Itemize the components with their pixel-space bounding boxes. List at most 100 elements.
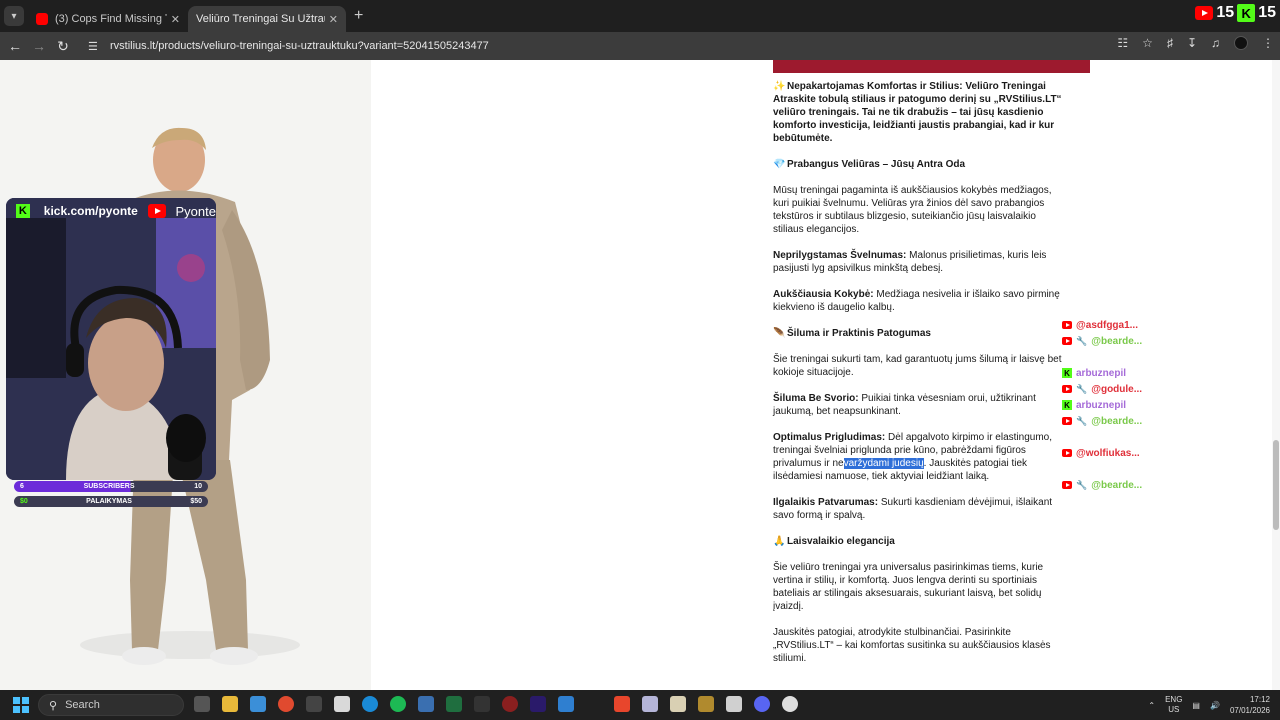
reload-icon[interactable]: ↻ [51,38,75,55]
premiere-icon[interactable] [530,696,546,712]
chat-username[interactable]: @bearde... [1091,416,1142,427]
translate-icon[interactable]: ☷ [1117,36,1128,50]
feature-paragraph: Šiluma Be Svorio: Puikiai tinka vėsesnia… [773,392,1065,418]
feather-icon: 🪶 [773,328,786,339]
chat-username[interactable]: arbuznepil [1076,400,1126,411]
webcam-feed [6,198,216,480]
chat-username[interactable]: @godule... [1091,384,1142,395]
task-view-icon[interactable] [194,696,210,712]
file-explorer-icon[interactable] [222,696,238,712]
chat-username[interactable]: @bearde... [1091,480,1142,491]
taskbar-search[interactable]: ⚲ Search [38,694,184,716]
volume-icon[interactable]: 🔊 [1210,701,1220,710]
windows-taskbar: ⚲ Search ⌃ ENG US ▤ 🔊 17:12 07/01/2026 [0,690,1280,720]
youtube-icon [1062,481,1072,489]
address-bar[interactable]: ☰ rvstilius.lt/products/veliuro-treninga… [80,34,1140,58]
feature-label: Aukščiausia Kokybė: [773,289,874,300]
app-icon[interactable] [642,696,658,712]
extensions-icon[interactable]: ♯ [1167,36,1173,50]
section-heading: 🙏 Laisvalaikio elegancija [773,535,1065,548]
spotify-icon[interactable] [390,696,406,712]
system-tray: ⌃ ENG US ▤ 🔊 17:12 07/01/2026 [1148,694,1270,716]
discord-icon[interactable] [754,696,770,712]
feature-paragraph: Neprilygstamas Švelnumas: Malonus prisil… [773,249,1065,275]
feature-label: Šiluma Be Svorio: [773,393,859,404]
tab-product-page[interactable]: Veliūro Treningai Su Užtrauktuku ✕ [188,6,346,32]
back-arrow-icon[interactable]: ← [3,38,27,54]
section-body: Šie treningai sukurti tam, kad garantuot… [773,354,1062,378]
tab-youtube[interactable]: (3) Cops Find Missing Teen's Bo ✕ [28,6,188,32]
section-body: Mūsų treningai pagaminta iš aukščiausios… [773,185,1052,235]
chat-message: 🔧 @bearde... [1062,414,1142,428]
app-icon[interactable] [502,696,518,712]
bookmark-star-icon[interactable]: ☆ [1142,36,1153,50]
app-icon[interactable] [334,696,350,712]
chat-username[interactable]: @wolfiukas... [1076,448,1140,459]
url-text[interactable]: rvstilius.lt/products/veliuro-treningai-… [110,40,489,52]
app-icon[interactable] [670,696,686,712]
intro-body: Atraskite tobulą stiliaus ir patogumo de… [773,94,1062,144]
chat-username[interactable]: @asdfgga1... [1076,320,1138,331]
close-icon[interactable]: ✕ [329,13,338,26]
feature-label: Optimalus Prigludimas: [773,432,886,443]
moderator-wrench-icon: 🔧 [1076,479,1088,490]
chrome-icon[interactable] [278,696,294,712]
chat-overlay: @asdfgga1... 🔧 @bearde... Karbuznepil 🔧 @godu… [1062,282,1276,502]
youtube-logo-icon [147,204,166,218]
youtube-icon [1195,6,1214,20]
media-control-icon[interactable]: ♫ [1211,36,1220,50]
youtube-count: 15 [1216,4,1235,21]
brave-icon[interactable] [614,696,630,712]
chat-username[interactable]: arbuznepil [1076,368,1126,379]
profile-avatar[interactable] [1234,36,1248,50]
intro-heading: Nepakartojamas Komfortas ir Stilius: Vel… [787,81,1046,92]
download-icon[interactable]: ↧ [1187,36,1197,50]
app-icon[interactable] [558,696,574,712]
section-heading-text: Laisvalaikio elegancija [787,536,895,547]
section-heading: 🪶 Šiluma ir Praktinis Patogumas [773,327,1065,340]
tab-search-menu-icon[interactable]: ▾ [4,6,24,26]
kick-handle: kick.com/pyonte [43,204,138,218]
chat-message: Karbuznepil [1062,366,1126,380]
section-heading-text: Šiluma ir Praktinis Patogumas [787,328,931,339]
chat-message: 🔧 @bearde... [1062,478,1142,492]
language-indicator[interactable]: ENG US [1165,695,1182,715]
feature-label: Ilgalaikis Patvarumas: [773,497,879,508]
edge-icon[interactable] [362,696,378,712]
app-icon[interactable] [446,696,462,712]
feature-paragraph: Aukščiausia Kokybė: Medžiaga nesivelia i… [773,288,1065,314]
spacer [586,696,602,712]
app-icon[interactable] [306,696,322,712]
intro-paragraph: ✨ Nepakartojamas Komfortas ir Stilius: Ve… [773,80,1065,145]
kick-icon: K [1237,4,1256,22]
closing-paragraph: Jauskitės patogiai, atrodykite stulbinan… [773,627,1051,664]
store-icon[interactable] [250,696,266,712]
forward-arrow-icon[interactable]: → [27,38,51,54]
product-banner [773,60,1090,73]
chat-username[interactable]: @bearde... [1091,336,1142,347]
new-tab-button[interactable]: + [354,7,363,25]
subscribers-goal-bar: 6 SUBSCRIBERS 10 [14,481,208,492]
selected-text[interactable]: varžydami judesių [843,458,924,469]
sparkle-icon: ✨ [773,81,786,92]
app-icon[interactable] [418,696,434,712]
kick-logo-icon: K [16,204,30,218]
tab-title: (3) Cops Find Missing Teen's Bo [55,13,167,25]
app-icon[interactable] [698,696,714,712]
chat-message: @asdfgga1... [1062,318,1138,332]
goal-label: PALAIKYMAS [86,498,132,505]
webcam-overlay: K kick.com/pyonte Pyonte [6,198,216,480]
menu-kebab-icon[interactable]: ⋮ [1262,36,1274,50]
network-icon[interactable]: ▤ [1192,701,1200,710]
chevron-up-icon[interactable]: ⌃ [1148,701,1155,710]
app-icon[interactable] [726,696,742,712]
search-icon: ⚲ [49,699,58,712]
site-info-icon[interactable]: ☰ [88,40,106,53]
app-icon[interactable] [474,696,490,712]
clock[interactable]: 17:12 07/01/2026 [1230,694,1270,716]
close-icon[interactable]: ✕ [171,13,180,26]
youtube-handle: Pyonte [175,203,216,219]
obs-icon[interactable] [782,696,798,712]
windows-start-icon[interactable] [13,697,29,713]
section-body: Šie veliūro treningai yra universalus pa… [773,562,1044,612]
